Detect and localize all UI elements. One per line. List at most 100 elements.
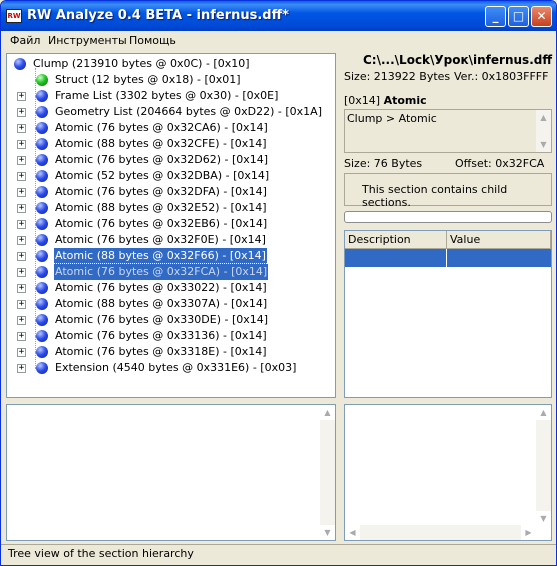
- section-node-icon: [36, 330, 48, 342]
- expand-icon[interactable]: +: [17, 300, 26, 309]
- tree-node-label[interactable]: Atomic (52 bytes @ 0x32DBA) - [0x14]: [54, 168, 270, 184]
- expand-icon[interactable]: +: [17, 220, 26, 229]
- tree-row[interactable]: + Geometry List (204664 bytes @ 0xD22) - …: [7, 104, 335, 120]
- maximize-button[interactable]: □: [508, 6, 529, 27]
- expand-icon[interactable]: +: [17, 188, 26, 197]
- tree-row[interactable]: + Extension (4540 bytes @ 0x331E6) - [0x0…: [7, 360, 335, 376]
- scroll-down-icon[interactable]: ▼: [536, 137, 551, 152]
- tree-row[interactable]: Clump (213910 bytes @ 0x0C) - [0x10]: [7, 56, 335, 72]
- tree-node-label[interactable]: Atomic (76 bytes @ 0x32CA6) - [0x14]: [54, 120, 269, 136]
- property-grid[interactable]: Description Value: [344, 230, 552, 398]
- scroll-up-icon[interactable]: ▲: [320, 405, 335, 420]
- section-header: [0x14] Atomic: [344, 94, 427, 107]
- tree-row[interactable]: + Atomic (76 bytes @ 0x32EB6) - [0x14]: [7, 216, 335, 232]
- tree-node-label[interactable]: Atomic (88 bytes @ 0x32F66) - [0x14]: [54, 248, 267, 264]
- app-icon: RW: [6, 9, 22, 23]
- menu-help[interactable]: Помощь: [129, 34, 176, 47]
- expand-icon[interactable]: +: [17, 92, 26, 101]
- tree-row[interactable]: + Atomic (76 bytes @ 0x32F0E) - [0x14]: [7, 232, 335, 248]
- section-size: Size: 76 Bytes: [344, 157, 423, 170]
- section-node-icon: [36, 202, 48, 214]
- tree-node-label[interactable]: Atomic (76 bytes @ 0x33136) - [0x14]: [54, 328, 268, 344]
- expand-icon[interactable]: +: [17, 108, 26, 117]
- hex-view-scrollbar[interactable]: ▲ ▼: [320, 405, 335, 540]
- tree-row[interactable]: + Atomic (88 bytes @ 0x32F66) - [0x14]: [7, 248, 335, 264]
- tree-node-label[interactable]: Atomic (88 bytes @ 0x32CFE) - [0x14]: [54, 136, 268, 152]
- tree-row[interactable]: + Atomic (76 bytes @ 0x32DFA) - [0x14]: [7, 184, 335, 200]
- text-view[interactable]: ▲ ▼ ◀ ▶: [344, 404, 552, 541]
- tree-node-label[interactable]: Atomic (76 bytes @ 0x330DE) - [0x14]: [54, 312, 269, 328]
- tree-row[interactable]: Struct (12 bytes @ 0x18) - [0x01]: [7, 72, 335, 88]
- tree-node-label[interactable]: Atomic (88 bytes @ 0x3307A) - [0x14]: [54, 296, 268, 312]
- tree-node-label[interactable]: Atomic (88 bytes @ 0x32E52) - [0x14]: [54, 200, 268, 216]
- expand-icon[interactable]: +: [17, 124, 26, 133]
- section-node-icon: [36, 138, 48, 150]
- tree-node-label[interactable]: Clump (213910 bytes @ 0x0C) - [0x10]: [32, 56, 251, 72]
- scroll-up-icon[interactable]: ▲: [536, 405, 551, 420]
- expand-icon[interactable]: +: [17, 268, 26, 277]
- tree-row[interactable]: + Atomic (76 bytes @ 0x32FCA) - [0x14]: [7, 263, 335, 281]
- tree-row[interactable]: + Atomic (76 bytes @ 0x3318E) - [0x14]: [7, 344, 335, 360]
- tree-node-label[interactable]: Geometry List (204664 bytes @ 0xD22) - […: [54, 104, 323, 120]
- scroll-down-icon[interactable]: ▼: [536, 511, 551, 526]
- tree-node-label[interactable]: Atomic (76 bytes @ 0x32F0E) - [0x14]: [54, 232, 267, 248]
- tree-node-label[interactable]: Extension (4540 bytes @ 0x331E6) - [0x03…: [54, 360, 297, 376]
- tree-row[interactable]: + Atomic (76 bytes @ 0x33022) - [0x14]: [7, 280, 335, 296]
- hex-view[interactable]: ▲ ▼: [6, 404, 336, 541]
- tree-row[interactable]: + Atomic (88 bytes @ 0x3307A) - [0x14]: [7, 296, 335, 312]
- close-button[interactable]: ✕: [531, 6, 552, 27]
- minimize-button[interactable]: _: [485, 6, 506, 27]
- section-offset: Offset: 0x32FCA: [455, 157, 545, 170]
- tree-node-label[interactable]: Struct (12 bytes @ 0x18) - [0x01]: [54, 72, 242, 88]
- tree-node-label[interactable]: Frame List (3302 bytes @ 0x30) - [0x0E]: [54, 88, 279, 104]
- section-node-icon: [36, 362, 48, 374]
- tree-row[interactable]: + Atomic (52 bytes @ 0x32DBA) - [0x14]: [7, 168, 335, 184]
- expand-icon[interactable]: +: [17, 332, 26, 341]
- menu-tools[interactable]: Инструменты: [48, 34, 127, 47]
- scroll-down-icon[interactable]: ▼: [320, 525, 335, 540]
- tree-row[interactable]: + Atomic (76 bytes @ 0x33136) - [0x14]: [7, 328, 335, 344]
- scroll-left-icon[interactable]: ◀: [345, 525, 360, 540]
- scroll-up-icon[interactable]: ▲: [536, 110, 551, 125]
- section-node-icon: [36, 90, 48, 102]
- expand-icon[interactable]: +: [17, 140, 26, 149]
- expand-icon[interactable]: +: [17, 172, 26, 181]
- app-window: RW RW Analyze 0.4 BETA - infernus.dff* _…: [0, 0, 557, 566]
- expand-icon[interactable]: +: [17, 236, 26, 245]
- tree-row[interactable]: + Atomic (76 bytes @ 0x330DE) - [0x14]: [7, 312, 335, 328]
- expand-icon[interactable]: +: [17, 156, 26, 165]
- section-node-icon: [36, 234, 48, 246]
- section-node-icon: [36, 218, 48, 230]
- tree-node-label[interactable]: Atomic (76 bytes @ 0x32FCA) - [0x14]: [52, 263, 270, 281]
- section-node-icon: [36, 186, 48, 198]
- file-size: Size: 213922 Bytes: [344, 70, 451, 83]
- tree-node-label[interactable]: Atomic (76 bytes @ 0x3318E) - [0x14]: [54, 344, 268, 360]
- section-tree[interactable]: Clump (213910 bytes @ 0x0C) - [0x10] Stru…: [6, 53, 336, 398]
- tree-node-label[interactable]: Atomic (76 bytes @ 0x32D62) - [0x14]: [54, 152, 269, 168]
- tree-row[interactable]: + Frame List (3302 bytes @ 0x30) - [0x0E]: [7, 88, 335, 104]
- expand-icon[interactable]: +: [17, 348, 26, 357]
- tree-node-label[interactable]: Atomic (76 bytes @ 0x32EB6) - [0x14]: [54, 216, 268, 232]
- tree-node-label[interactable]: Atomic (76 bytes @ 0x32DFA) - [0x14]: [54, 184, 268, 200]
- child-info-box: This section contains child sections.: [344, 173, 552, 209]
- expand-icon[interactable]: +: [17, 252, 26, 261]
- tree-row[interactable]: + Atomic (76 bytes @ 0x32CA6) - [0x14]: [7, 120, 335, 136]
- expand-icon[interactable]: +: [17, 316, 26, 325]
- tree-row[interactable]: + Atomic (88 bytes @ 0x32E52) - [0x14]: [7, 200, 335, 216]
- text-view-hscrollbar[interactable]: ◀ ▶: [345, 525, 536, 540]
- selected-grid-row[interactable]: [345, 249, 551, 267]
- text-view-scrollbar[interactable]: ▲ ▼: [536, 405, 551, 526]
- scroll-right-icon[interactable]: ▶: [521, 525, 536, 540]
- menu-file[interactable]: Файл: [10, 34, 40, 47]
- section-node-icon: [14, 58, 26, 70]
- tree-row[interactable]: + Atomic (76 bytes @ 0x32D62) - [0x14]: [7, 152, 335, 168]
- column-description[interactable]: Description: [345, 231, 447, 249]
- tree-row[interactable]: + Atomic (88 bytes @ 0x32CFE) - [0x14]: [7, 136, 335, 152]
- expand-icon[interactable]: +: [17, 204, 26, 213]
- expand-icon[interactable]: +: [17, 364, 26, 373]
- expand-icon[interactable]: +: [17, 284, 26, 293]
- hierarchy-scrollbar[interactable]: ▲ ▼: [536, 110, 551, 152]
- tree-node-label[interactable]: Atomic (76 bytes @ 0x33022) - [0x14]: [54, 280, 268, 296]
- column-value[interactable]: Value: [447, 231, 551, 249]
- title-bar[interactable]: RW RW Analyze 0.4 BETA - infernus.dff* _…: [1, 1, 556, 31]
